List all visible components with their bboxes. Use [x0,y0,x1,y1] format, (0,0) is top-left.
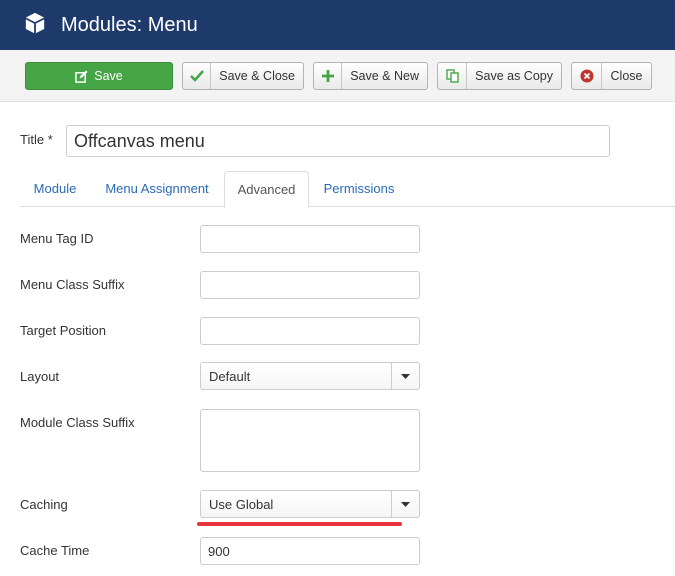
check-icon [183,63,212,89]
plus-icon [314,63,343,89]
close-label: Close [610,69,643,83]
save-copy-button[interactable]: Save as Copy [437,62,562,90]
tab-permissions[interactable]: Permissions [314,171,404,207]
save-new-label: Save & New [350,69,419,83]
tab-menu-assignment[interactable]: Menu Assignment [92,171,222,207]
save-button[interactable]: Save [25,62,173,90]
title-label: Title * [20,132,53,147]
highlight-underline [197,522,402,526]
caching-select[interactable]: Use Global [200,490,420,518]
cache-time-input[interactable] [200,537,420,565]
target-position-input[interactable] [200,317,420,345]
target-position-label: Target Position [20,323,106,338]
tab-advanced[interactable]: Advanced [224,171,309,208]
menu-tag-id-label: Menu Tag ID [20,231,94,246]
menu-tag-id-input[interactable] [200,225,420,253]
layout-select-value: Default [209,369,251,384]
title-input[interactable] [66,125,610,157]
save-button-label: Save [94,69,123,83]
tab-module[interactable]: Module [20,171,90,207]
caching-select-value: Use Global [209,497,274,512]
menu-class-suffix-input[interactable] [200,271,420,299]
chevron-down-icon [391,491,419,517]
menu-class-suffix-label: Menu Class Suffix [20,277,125,292]
save-close-button[interactable]: Save & Close [182,62,304,90]
cache-time-label: Cache Time [20,543,90,558]
page-title: Modules: Menu [61,14,198,36]
toolbar: Save Save & Close Save & New Save as Cop… [0,50,675,102]
module-class-suffix-textarea[interactable] [200,409,420,472]
close-circle-icon [572,63,602,89]
save-new-button[interactable]: Save & New [313,62,428,90]
tab-bar: Module Menu Assignment Advanced Permissi… [20,171,675,208]
edit-icon [75,63,88,89]
copy-icon [438,63,468,89]
caching-label: Caching [20,497,68,512]
close-button[interactable]: Close [571,62,652,90]
page-header: Modules: Menu [0,0,675,50]
layout-label: Layout [20,369,60,384]
cube-icon [25,12,45,34]
save-copy-label: Save as Copy [475,69,553,83]
save-close-label: Save & Close [219,69,295,83]
layout-select[interactable]: Default [200,362,420,390]
module-class-suffix-label: Module Class Suffix [20,415,135,430]
chevron-down-icon [391,363,419,389]
